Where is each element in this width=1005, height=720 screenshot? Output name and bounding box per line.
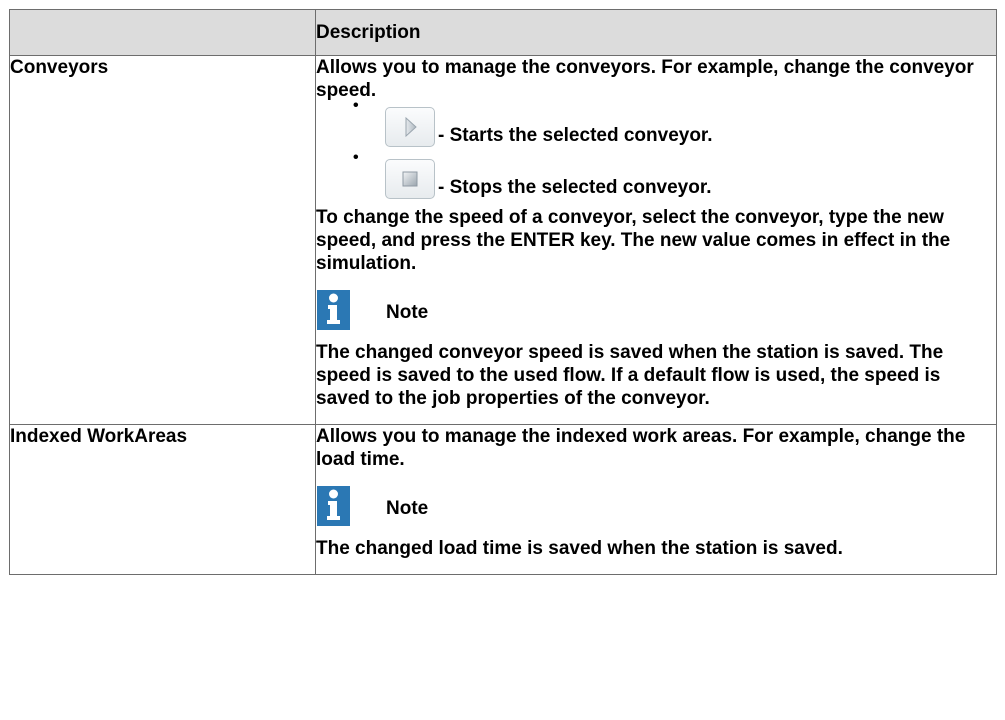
conveyors-intro-text: Allows you to manage the conveyors. For … bbox=[316, 57, 974, 101]
play-icon[interactable] bbox=[385, 107, 435, 147]
note-header: Note bbox=[316, 287, 996, 341]
row-name-conveyors: Conveyors bbox=[9, 55, 316, 425]
note-label: Note bbox=[386, 302, 429, 323]
info-icon bbox=[317, 486, 350, 526]
note-label: Note bbox=[386, 498, 429, 519]
conveyors-speed-text: To change the speed of a conveyor, selec… bbox=[316, 207, 951, 274]
header-cell-name bbox=[9, 9, 316, 56]
header-cell-description: Description bbox=[315, 9, 997, 56]
row-description-conveyors: Allows you to manage the conveyors. For … bbox=[315, 55, 997, 425]
workareas-intro-text: Allows you to manage the indexed work ar… bbox=[316, 426, 966, 470]
conveyors-note-text: The changed conveyor speed is saved when… bbox=[316, 342, 944, 409]
table-row: Conveyors Allows you to manage the conve… bbox=[9, 55, 997, 425]
bullet-dot: • bbox=[353, 149, 359, 166]
bullet-dot: • bbox=[353, 97, 359, 114]
stop-icon[interactable] bbox=[385, 159, 435, 199]
workareas-note-text: The changed load time is saved when the … bbox=[316, 538, 843, 559]
bullet-stop-text: - Stops the selected conveyor. bbox=[438, 177, 712, 198]
row-description-indexed-workareas: Allows you to manage the indexed work ar… bbox=[315, 424, 997, 575]
bullet-stop-conveyor: • - Stops the selected conveyor. bbox=[316, 150, 996, 206]
bullet-start-text: - Starts the selected conveyor. bbox=[438, 125, 713, 146]
info-icon bbox=[317, 290, 350, 330]
bullet-start-conveyor: • - Starts the selected conveyor. bbox=[316, 98, 996, 154]
row-name-indexed-workareas: Indexed WorkAreas bbox=[9, 424, 316, 575]
table-header-row: Description bbox=[9, 9, 997, 56]
table-row: Indexed WorkAreas Allows you to manage t… bbox=[9, 424, 997, 575]
description-table: Description Conveyors Allows you to mana… bbox=[9, 9, 997, 575]
note-header: Note bbox=[316, 483, 996, 537]
